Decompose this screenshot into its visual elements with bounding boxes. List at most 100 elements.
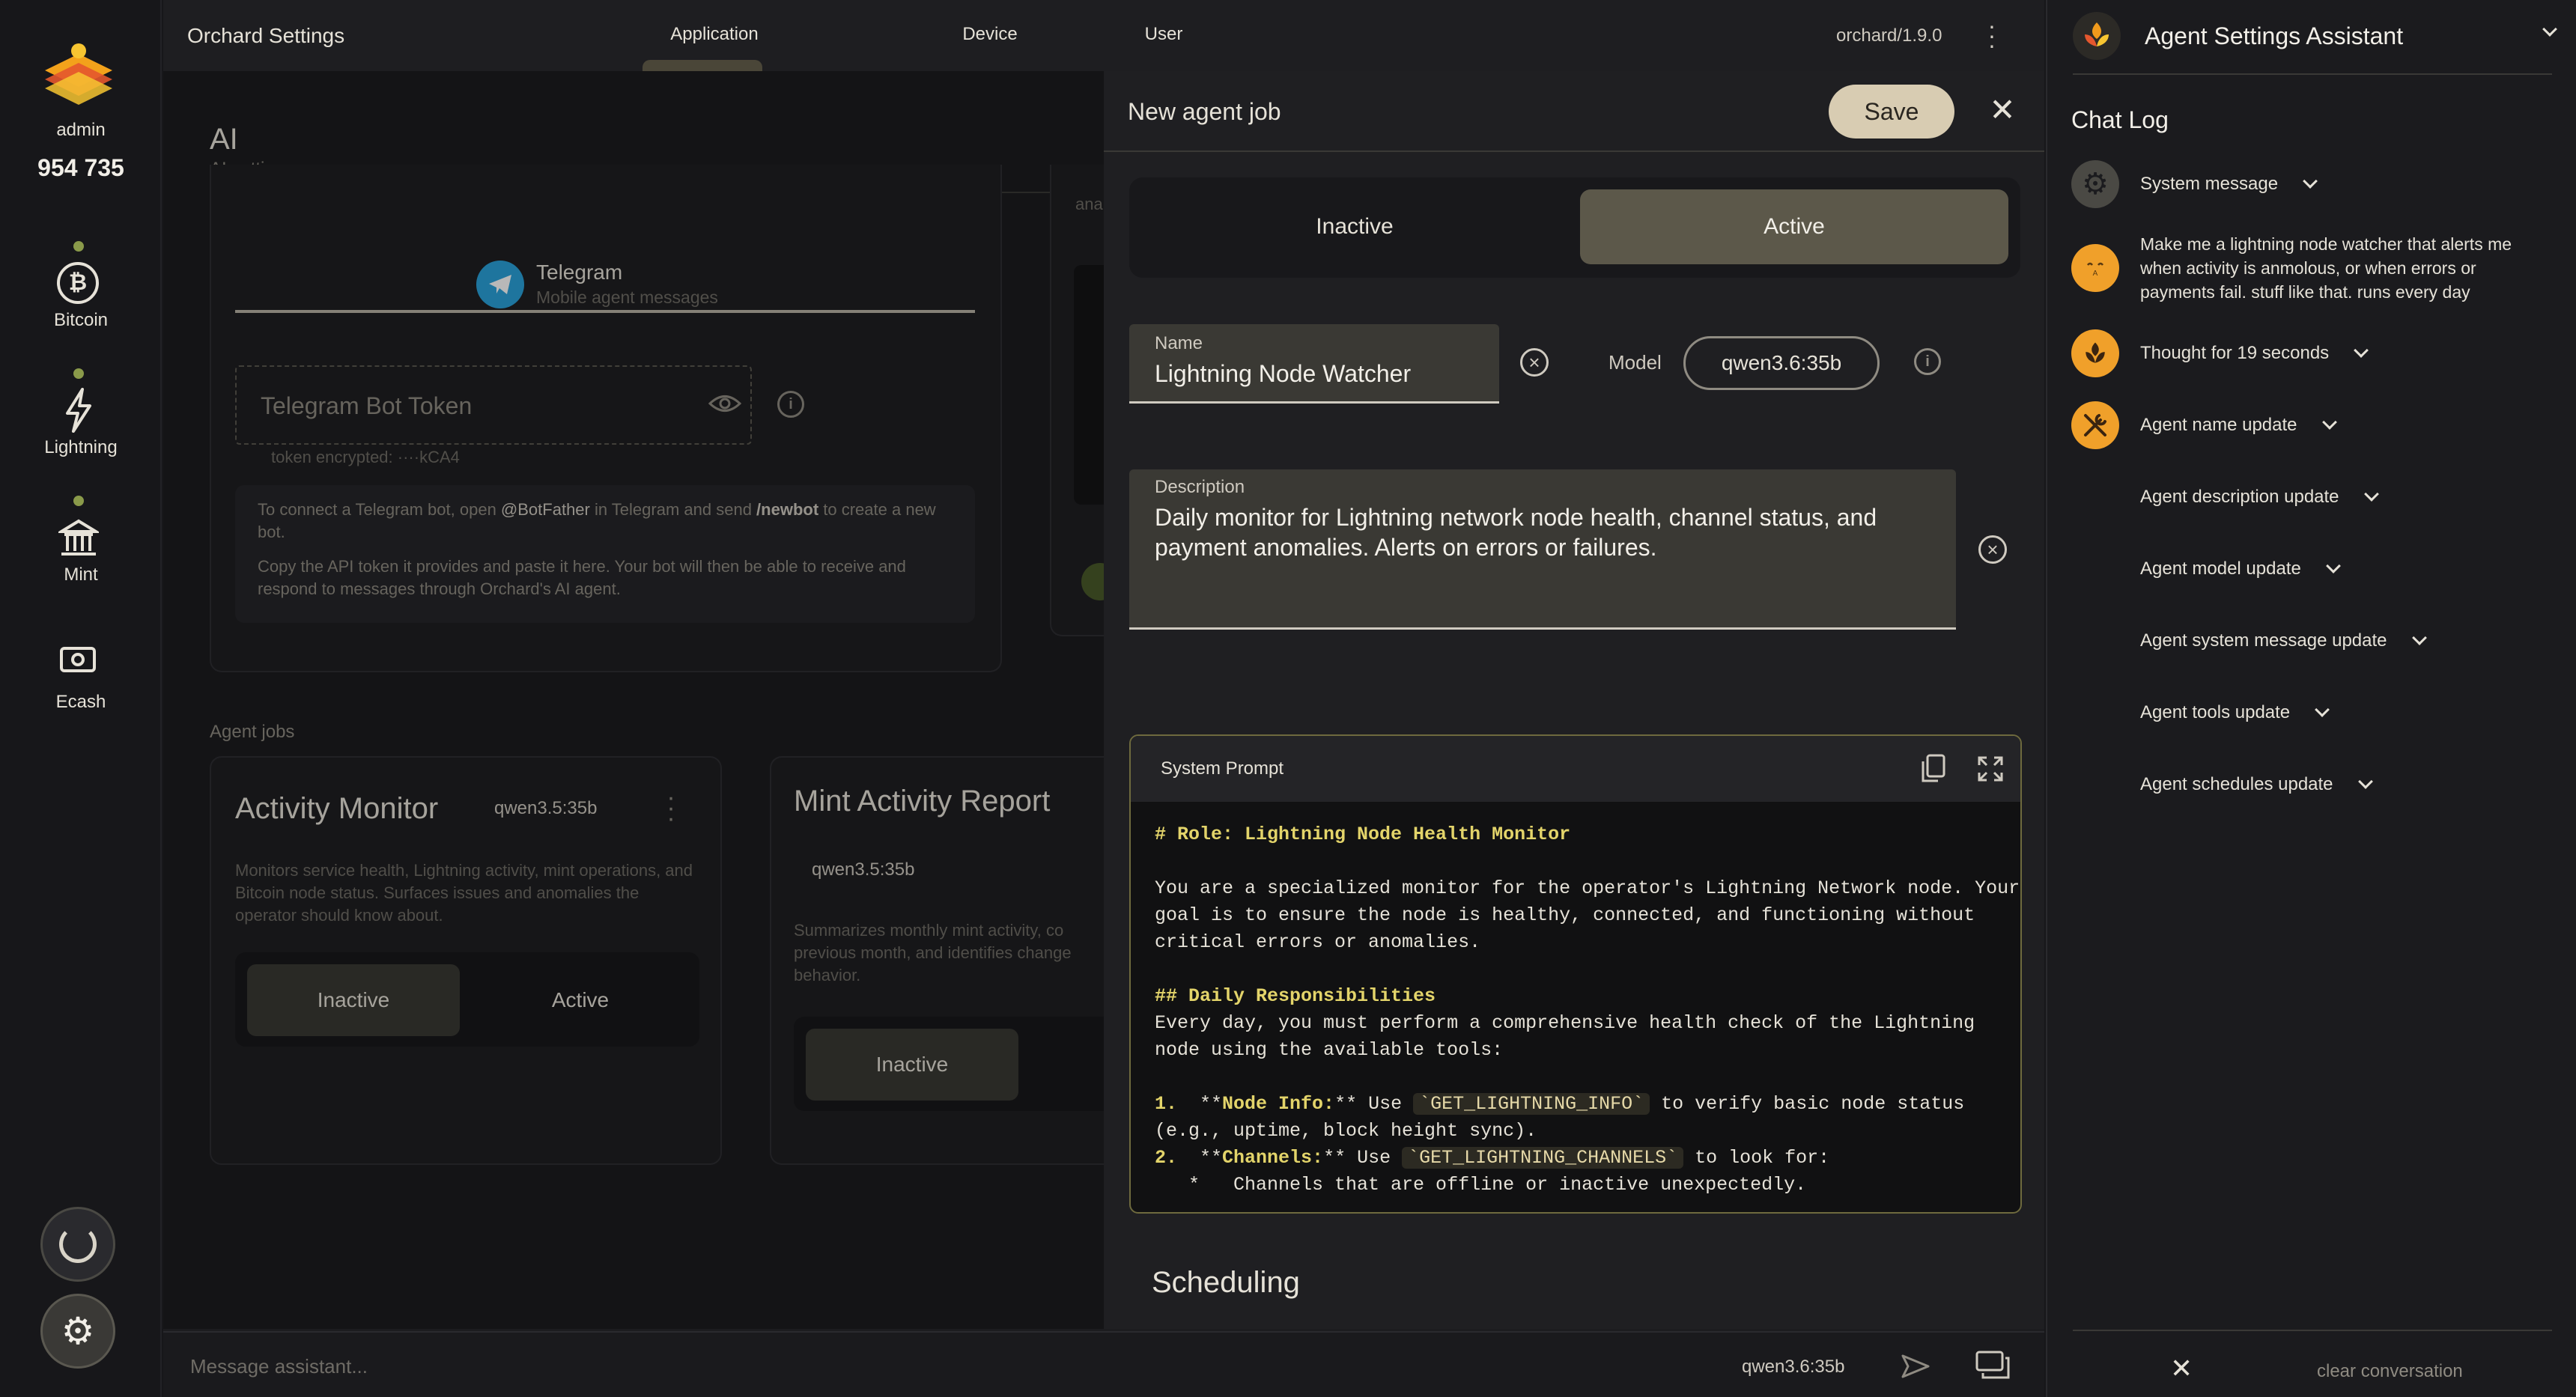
chevron-down-icon[interactable]: [2321, 415, 2337, 430]
prompt-code: `GET_LIGHTNING_INFO`: [1413, 1093, 1650, 1115]
prompt-line: goal is to ensure the node is healthy, c…: [1155, 902, 2008, 929]
prompt-line: node using the available tools:: [1155, 1037, 2008, 1064]
user-name: admin: [56, 120, 106, 140]
clear-conversation-button[interactable]: clear conversation: [2317, 1361, 2463, 1382]
orchard-logo: [37, 40, 120, 108]
chat-log-item[interactable]: Agent schedules update: [2071, 761, 2551, 809]
chevron-down-icon[interactable]: [2315, 702, 2330, 717]
prompt-markup: ** Use: [1334, 1093, 1414, 1115]
job-inactive-button[interactable]: Inactive: [806, 1029, 1018, 1101]
more-vert-icon[interactable]: · · ·: [1984, 13, 1999, 57]
prompt-line: [1155, 848, 2008, 875]
chat-item-label: Agent description update: [2140, 487, 2339, 507]
bot-token-field[interactable]: Telegram Bot Token: [235, 365, 752, 445]
job-model: qwen3.5:35b: [494, 798, 598, 818]
clear-name-icon[interactable]: ×: [1520, 348, 1549, 377]
help-text-1: To connect a Telegram bot, open @BotFath…: [258, 500, 936, 541]
chat-log-item[interactable]: Agent name update: [2071, 401, 2551, 449]
nav-item-ecash[interactable]: Ecash: [0, 635, 162, 717]
prompt-text: to look for:: [1683, 1147, 1830, 1169]
job-title: Mint Activity Report: [794, 785, 1051, 818]
nav-item-mint[interactable]: Mint: [0, 493, 162, 590]
collapse-chevron-icon[interactable]: [2542, 22, 2557, 38]
inactive-option[interactable]: Inactive: [1141, 189, 1568, 264]
tab-device[interactable]: Device: [945, 24, 1035, 45]
chevron-down-icon[interactable]: [2354, 343, 2369, 358]
prompt-line: * Channels that are offline or inactive …: [1155, 1172, 2008, 1199]
chevron-down-icon[interactable]: [2363, 487, 2379, 502]
assistant-logo-icon: [2073, 12, 2121, 60]
description-label: Description: [1155, 477, 1245, 497]
clear-description-icon[interactable]: ×: [1978, 535, 2007, 564]
send-icon[interactable]: [1901, 1354, 1931, 1379]
name-label: Name: [1155, 333, 1203, 353]
lightning-icon: [60, 388, 97, 433]
botfather-link[interactable]: @BotFather: [501, 500, 590, 519]
cash-icon: [58, 642, 99, 677]
partial-text: ana: [1075, 195, 1103, 213]
tab-user[interactable]: User: [1126, 24, 1201, 45]
description-value: Daily monitor for Lightning network node…: [1155, 504, 1877, 561]
expand-icon[interactable]: [1977, 755, 2004, 782]
active-option[interactable]: Active: [1580, 189, 2008, 264]
gear-icon: ⚙: [2071, 160, 2119, 208]
chevron-down-icon[interactable]: [2325, 559, 2341, 573]
orchard-bot-icon: [2071, 329, 2119, 377]
telegram-tab[interactable]: Telegram Mobile agent messages: [235, 250, 975, 313]
message-input[interactable]: Message assistant...: [190, 1355, 1538, 1378]
copy-icon[interactable]: [1920, 754, 1945, 784]
prompt-line: [1155, 1064, 2008, 1091]
spinner-icon: [59, 1226, 97, 1263]
telegram-card: Telegram Mobile agent messages Telegram …: [210, 165, 1002, 672]
prompt-line: # Role: Lightning Node Health Monitor: [1155, 821, 2008, 848]
prompt-text: Every day, you must perform a comprehens…: [1155, 1012, 1975, 1034]
nav-rail: admin 954 735 ₿ Bitcoin Lightning Mint E…: [0, 0, 162, 1397]
name-field[interactable]: Name Lightning Node Watcher: [1129, 324, 1499, 404]
prompt-body[interactable]: # Role: Lightning Node Health Monitor You…: [1155, 821, 2020, 1199]
tab-application[interactable]: Application: [640, 24, 789, 45]
job-status-toggle: Inactive Active: [235, 952, 699, 1047]
chevron-down-icon[interactable]: [2357, 774, 2373, 789]
chat-log-item[interactable]: Agent tools update: [2071, 689, 2551, 737]
model-info-icon[interactable]: i: [1914, 348, 1941, 375]
bitcoin-icon: ₿: [57, 262, 99, 304]
nav-item-lightning[interactable]: Lightning: [0, 365, 162, 463]
chat-log-item[interactable]: Agent system message update: [2071, 617, 2551, 665]
description-field[interactable]: Description Daily monitor for Lightning …: [1129, 469, 1956, 630]
model-select[interactable]: qwen3.6:35b: [1683, 336, 1880, 390]
chat-log-item[interactable]: Agent description update: [2071, 473, 2551, 521]
system-prompt-editor: System Prompt # Role: Lightning Node Hea…: [1129, 734, 2022, 1214]
chat-toggle-icon[interactable]: [1975, 1351, 2010, 1381]
eye-icon[interactable]: [708, 392, 742, 418]
chat-log-item[interactable]: ⚙ System message: [2071, 160, 2551, 208]
chat-log-item[interactable]: Thought for 19 seconds: [2071, 329, 2551, 377]
job-active-button[interactable]: Active: [472, 964, 689, 1036]
more-icon[interactable]: · · ·: [663, 785, 678, 831]
close-icon[interactable]: ✕: [1987, 94, 2017, 126]
chevron-down-icon[interactable]: [2411, 630, 2427, 645]
telegram-icon: [476, 261, 524, 308]
chat-log-item[interactable]: Agent model update: [2071, 545, 2551, 593]
prompt-header: System Prompt: [1131, 736, 2020, 802]
prompt-number: 2.: [1155, 1147, 1178, 1169]
bot-token-placeholder: Telegram Bot Token: [261, 392, 473, 419]
chat-item-label: Agent model update: [2140, 559, 2301, 579]
prompt-text: critical errors or anomalies.: [1155, 931, 1481, 953]
chevron-down-icon[interactable]: [2303, 174, 2318, 189]
info-icon[interactable]: i: [777, 391, 804, 418]
token-note: token encrypted: ····kCA4: [271, 448, 460, 466]
prompt-bold: Channels:: [1222, 1147, 1324, 1169]
refresh-button[interactable]: [40, 1207, 115, 1282]
job-inactive-button[interactable]: Inactive: [247, 964, 460, 1036]
name-value: Lightning Node Watcher: [1155, 360, 1412, 387]
agent-job-card[interactable]: Activity Monitor qwen3.5:35b · · · Monitor…: [210, 756, 722, 1165]
message-model[interactable]: qwen3.6:35b: [1742, 1357, 1844, 1378]
close-chat-icon[interactable]: ✕: [2170, 1354, 2193, 1384]
save-button[interactable]: Save: [1829, 85, 1954, 139]
prompt-heading: ## Daily Responsibilities: [1155, 985, 1436, 1007]
nav-label: Bitcoin: [53, 310, 109, 330]
job-model: qwen3.5:35b: [812, 859, 915, 880]
settings-button[interactable]: ⚙: [40, 1294, 115, 1369]
assistant-title: Agent Settings Assistant: [2145, 22, 2404, 49]
nav-item-bitcoin[interactable]: ₿ Bitcoin: [0, 238, 162, 335]
